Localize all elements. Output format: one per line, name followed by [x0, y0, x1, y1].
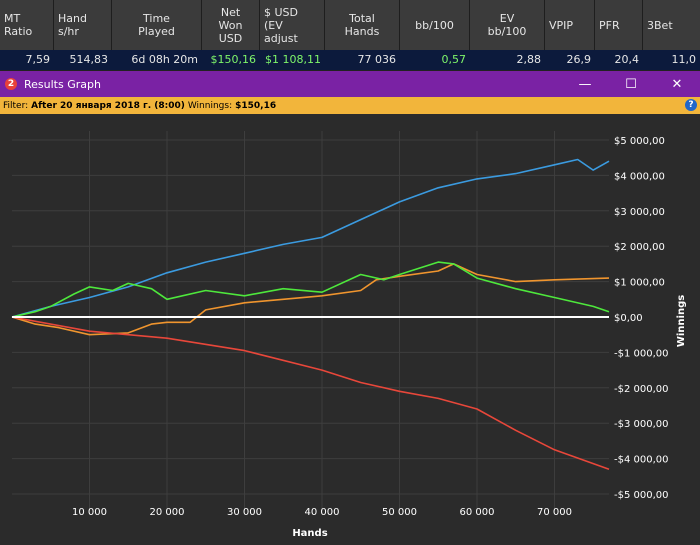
y-tick-label: $4 000,00 [614, 171, 665, 182]
stats-row[interactable]: 7,59 514,83 6d 08h 20m $150,16 $1 108,11… [0, 50, 700, 71]
value-net-won: $150,16 [210, 53, 257, 66]
value-ev-bb-100: 2,88 [516, 53, 542, 66]
value-time-played: 6d 08h 20m [131, 53, 198, 66]
y-tick-label: -$1 000,00 [614, 348, 669, 359]
x-tick-label: 70 000 [537, 507, 572, 518]
header-vpip[interactable]: VPIP [545, 0, 595, 50]
x-tick-label: 30 000 [227, 507, 262, 518]
window-titlebar[interactable]: 2 Results Graph — ☐ ✕ [0, 71, 700, 97]
minimize-button[interactable]: — [562, 71, 608, 97]
filter-value: After 20 января 2018 г. (8:00) [31, 100, 185, 111]
header-pfr[interactable]: PFR [595, 0, 643, 50]
winnings-label: Winnings: [187, 100, 233, 111]
value-ev-adjusted: $1 108,11 [265, 53, 321, 66]
results-graph[interactable]: 10 000 20 000 30 000 40 000 50 000 60 000 70 0… [0, 114, 700, 541]
y-tick-label: -$4 000,00 [614, 455, 669, 466]
value-mt-ratio: 7,59 [25, 53, 51, 66]
y-tick-label: -$2 000,00 [614, 384, 669, 395]
y-tick-label: $1 000,00 [614, 278, 665, 289]
header-time-played[interactable]: Time Played [112, 0, 202, 50]
value-pfr: 20,4 [614, 53, 640, 66]
y-tick-label: $0,00 [614, 313, 643, 324]
y-tick-label: -$5 000,00 [614, 490, 669, 501]
filter-label: Filter: [3, 100, 29, 111]
y-tick-label: $3 000,00 [614, 207, 665, 218]
header-ev-bb-100[interactable]: EV bb/100 [470, 0, 545, 50]
header-bb-100[interactable]: bb/100 [400, 0, 470, 50]
close-icon: ✕ [671, 76, 683, 92]
value-total-hands: 77 036 [357, 53, 397, 66]
app-icon: 2 [5, 78, 17, 90]
header-ev-adjusted[interactable]: $ USD (EV adjust [260, 0, 325, 50]
x-tick-label: 10 000 [72, 507, 107, 518]
y-tick-label: -$3 000,00 [614, 419, 669, 430]
stats-header: MT Ratio Hand s/hr Time Played Net Won U… [0, 0, 700, 50]
header-mt-ratio[interactable]: MT Ratio [0, 0, 54, 50]
x-axis-label: Hands [292, 528, 327, 539]
y-axis-label: Winnings [676, 295, 687, 347]
header-net-won[interactable]: Net Won USD [202, 0, 260, 50]
maximize-button[interactable]: ☐ [608, 71, 654, 97]
header-total-hands[interactable]: Total Hands [325, 0, 400, 50]
winnings-value: $150,16 [235, 100, 277, 111]
y-tick-label: $5 000,00 [614, 136, 665, 147]
y-tick-label: $2 000,00 [614, 242, 665, 253]
results-chart[interactable]: 10 000 20 000 30 000 40 000 50 000 60 000 70 0… [0, 114, 700, 541]
minimize-icon: — [578, 76, 592, 92]
filter-bar[interactable]: Filter: After 20 января 2018 г. (8:00) W… [0, 97, 700, 114]
x-tick-label: 60 000 [459, 507, 494, 518]
plot-background [12, 131, 609, 511]
value-vpip: 26,9 [566, 53, 592, 66]
window-title: Results Graph [24, 77, 101, 91]
close-button[interactable]: ✕ [654, 71, 700, 97]
value-bb-100: 0,57 [441, 53, 467, 66]
x-tick-label: 50 000 [382, 507, 417, 518]
help-icon[interactable]: ? [685, 99, 697, 111]
value-3bet: 11,0 [671, 53, 697, 66]
maximize-icon: ☐ [625, 76, 637, 92]
header-3bet[interactable]: 3Bet [643, 0, 700, 50]
x-tick-label: 20 000 [149, 507, 184, 518]
value-hands-per-hour: 514,83 [69, 53, 109, 66]
header-hands-per-hour[interactable]: Hand s/hr [54, 0, 112, 50]
x-tick-label: 40 000 [304, 507, 339, 518]
